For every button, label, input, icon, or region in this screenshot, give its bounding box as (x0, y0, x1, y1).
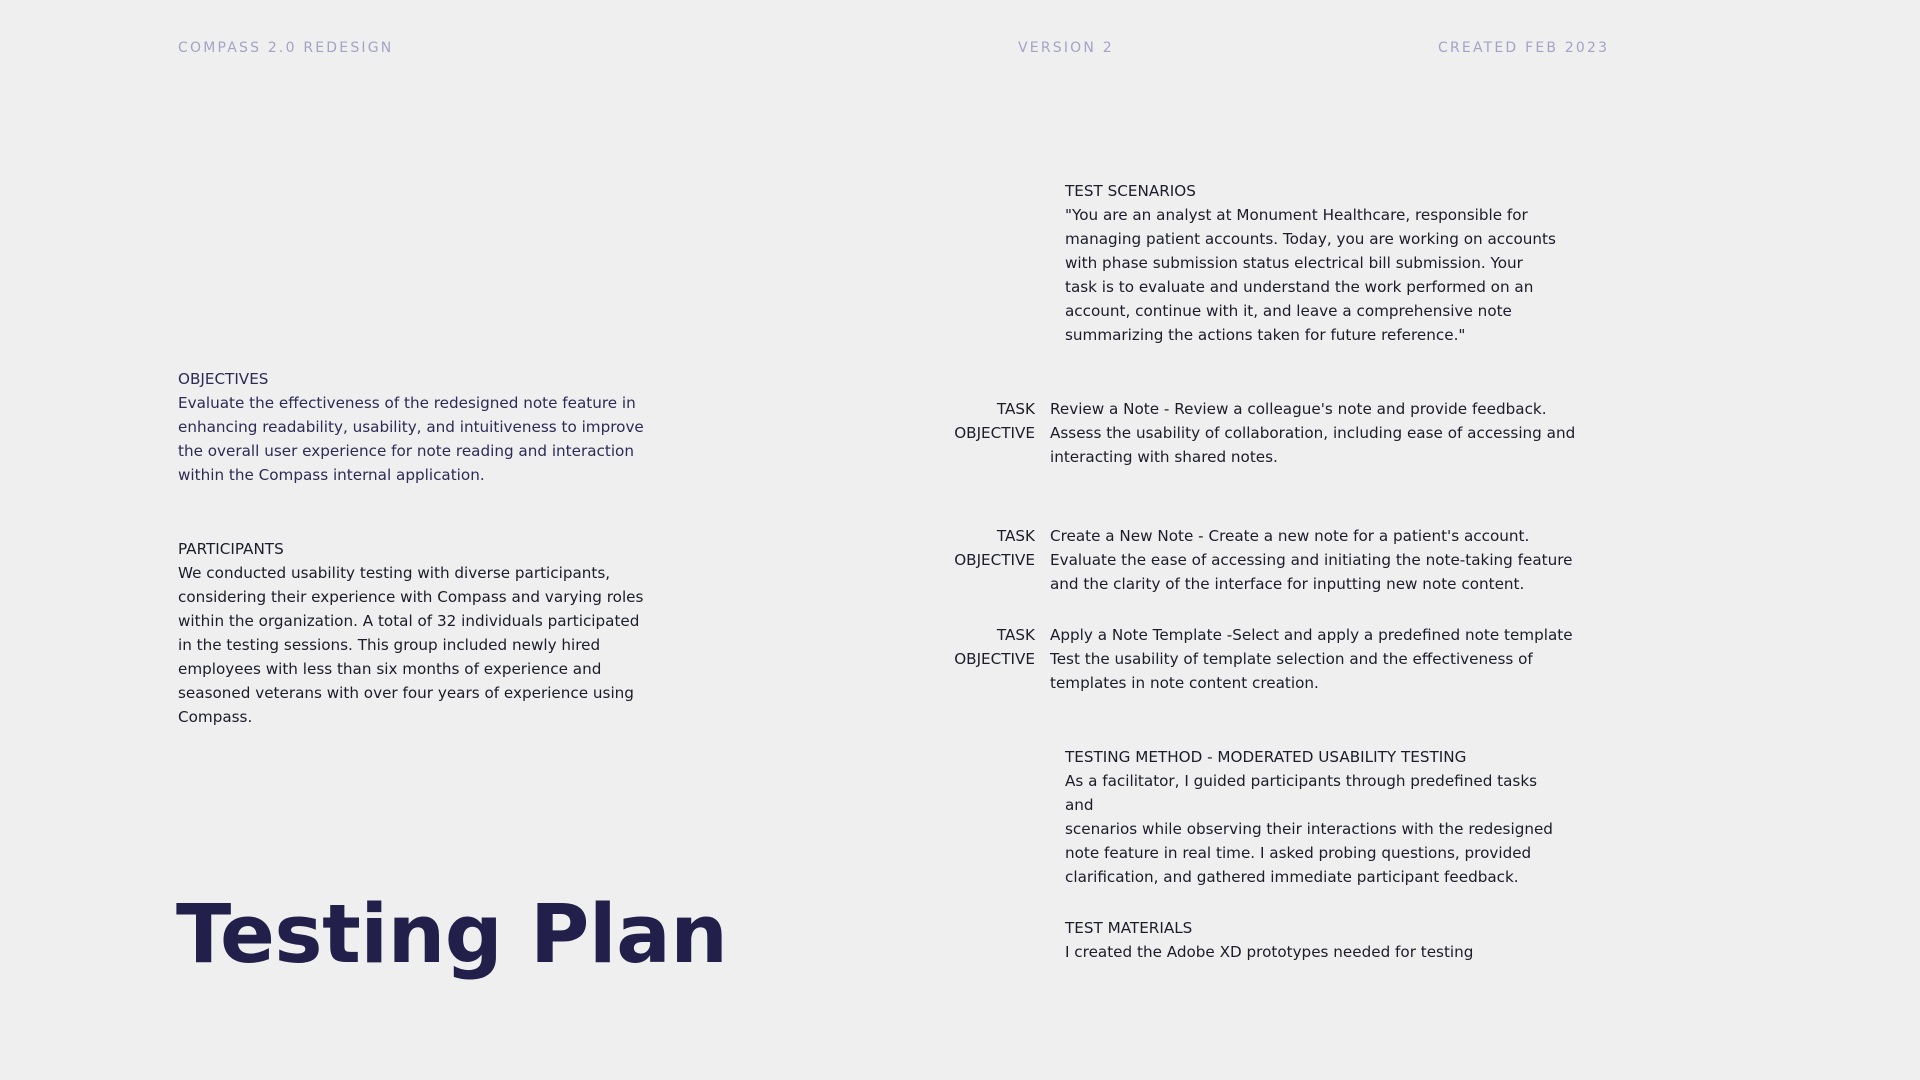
test-materials-section: TEST MATERIALS I created the Adobe XD pr… (1065, 916, 1565, 964)
testing-plan-page: COMPASS 2.0 REDESIGN VERSION 2 CREATED F… (0, 0, 1920, 1080)
objective-text: Test the usability of template selection… (1050, 650, 1533, 692)
task-contents: Review a Note - Review a colleague's not… (1050, 397, 1590, 469)
page-title: Testing Plan (176, 888, 728, 982)
version-label: VERSION 2 (1018, 40, 1114, 56)
test-materials-body: I created the Adobe XD prototypes needed… (1065, 943, 1474, 961)
objective-label: OBJECTIVE (954, 650, 1035, 668)
created-date: CREATED FEB 2023 (1438, 40, 1610, 56)
participants-heading: PARTICIPANTS (178, 540, 284, 558)
test-scenarios-body: "You are an analyst at Monument Healthca… (1065, 206, 1556, 344)
task-text: Create a New Note - Create a new note fo… (1050, 527, 1530, 545)
task-label: TASK (996, 626, 1035, 644)
test-scenarios-section: TEST SCENARIOS "You are an analyst at Mo… (1065, 179, 1565, 347)
test-scenarios-heading: TEST SCENARIOS (1065, 182, 1196, 200)
objectives-body: Evaluate the effectiveness of the redesi… (178, 394, 644, 484)
task-label: TASK (996, 400, 1035, 418)
task-label: TASK (996, 527, 1035, 545)
task-row: TASK OBJECTIVE Create a New Note - Creat… (900, 524, 1600, 596)
task-labels: TASK OBJECTIVE (900, 397, 1050, 469)
objectives-heading: OBJECTIVES (178, 370, 269, 388)
task-row: TASK OBJECTIVE Apply a Note Template -Se… (900, 623, 1600, 695)
testing-method-heading: TESTING METHOD - MODERATED USABILITY TES… (1065, 748, 1467, 766)
objective-text: Evaluate the ease of accessing and initi… (1050, 551, 1573, 593)
objective-label: OBJECTIVE (954, 551, 1035, 569)
participants-body: We conducted usability testing with dive… (178, 564, 644, 726)
participants-section: PARTICIPANTS We conducted usability test… (178, 537, 648, 729)
testing-method-body: As a facilitator, I guided participants … (1065, 772, 1553, 886)
test-materials-heading: TEST MATERIALS (1065, 919, 1193, 937)
testing-method-section: TESTING METHOD - MODERATED USABILITY TES… (1065, 745, 1565, 889)
task-contents: Create a New Note - Create a new note fo… (1050, 524, 1590, 596)
objectives-section: OBJECTIVES Evaluate the effectiveness of… (178, 367, 648, 487)
task-labels: TASK OBJECTIVE (900, 524, 1050, 596)
project-name: COMPASS 2.0 REDESIGN (178, 40, 394, 56)
objective-label: OBJECTIVE (954, 424, 1035, 442)
task-text: Review a Note - Review a colleague's not… (1050, 400, 1547, 418)
objective-text: Assess the usability of collaboration, i… (1050, 424, 1576, 466)
task-contents: Apply a Note Template -Select and apply … (1050, 623, 1590, 695)
task-row: TASK OBJECTIVE Review a Note - Review a … (900, 397, 1600, 469)
task-labels: TASK OBJECTIVE (900, 623, 1050, 695)
task-text: Apply a Note Template -Select and apply … (1050, 626, 1573, 644)
